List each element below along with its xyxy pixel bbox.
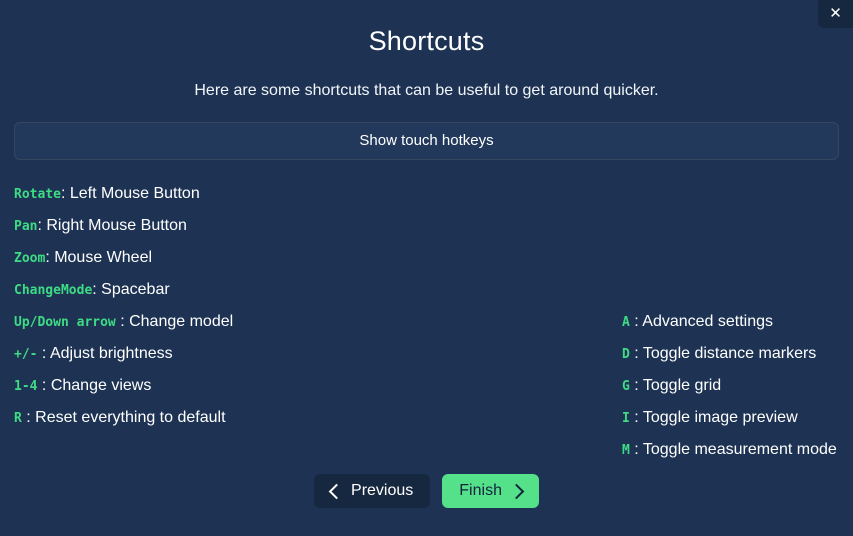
shortcut-key: ChangeMode (14, 283, 93, 298)
shortcut-description: Change views (50, 377, 152, 394)
shortcut-separator: : (629, 409, 643, 426)
shortcut-description: Reset everything to default (35, 409, 226, 426)
previous-button-label: Previous (351, 482, 414, 499)
shortcut-description: Left Mouse Button (69, 185, 200, 202)
shortcut-row: G : Toggle grid (622, 370, 837, 402)
dialog-subtitle: Here are some shortcuts that can be usef… (194, 82, 659, 99)
shortcut-description: Toggle image preview (642, 409, 798, 426)
shortcut-row: +/- : Adjust brightness (14, 338, 233, 370)
shortcut-row: I : Toggle image preview (622, 402, 837, 434)
shortcuts-column-left: Rotate: Left Mouse Button Pan: Right Mous… (14, 178, 233, 434)
shortcut-separator: : (115, 313, 130, 330)
shortcut-row: A : Advanced settings (622, 306, 837, 338)
finish-button[interactable]: Finish (442, 474, 539, 508)
shortcut-description: Toggle distance markers (642, 345, 817, 362)
shortcut-row: R : Reset everything to default (14, 402, 233, 434)
shortcut-separator: : (629, 441, 643, 458)
shortcut-row: Zoom: Mouse Wheel (14, 242, 233, 274)
shortcut-separator: : (60, 185, 70, 202)
shortcut-key: +/- (14, 347, 38, 362)
previous-button[interactable]: Previous (314, 474, 431, 508)
shortcut-description: Spacebar (101, 281, 170, 298)
finish-button-label: Finish (459, 482, 502, 499)
shortcut-separator: : (37, 377, 51, 394)
shortcut-key: G (622, 379, 630, 394)
shortcut-description: Advanced settings (642, 313, 774, 330)
shortcut-separator: : (629, 377, 643, 394)
shortcut-key: Rotate (14, 187, 61, 202)
close-button[interactable]: ✕ (818, 0, 853, 28)
shortcut-description: Toggle grid (642, 377, 722, 394)
shortcut-row: ChangeMode: Spacebar (14, 274, 233, 306)
shortcut-key: M (622, 443, 630, 458)
dialog-footer: Previous Finish (0, 474, 853, 508)
shortcut-key: Zoom (14, 251, 46, 266)
shortcut-row: Up/Down arrow : Change model (14, 306, 233, 338)
shortcut-separator: : (629, 313, 643, 330)
shortcut-separator: : (21, 409, 36, 426)
shortcut-row: Rotate: Left Mouse Button (14, 178, 233, 210)
shortcuts-column-right: A : Advanced settings D : Toggle distance… (622, 306, 837, 466)
shortcut-key: A (622, 315, 630, 330)
shortcut-description: Mouse Wheel (54, 249, 153, 266)
shortcut-row: 1-4 : Change views (14, 370, 233, 402)
shortcut-separator: : (92, 281, 102, 298)
touch-hotkeys-container: Show touch hotkeys (0, 100, 853, 160)
shortcut-separator: : (629, 345, 643, 362)
shortcut-description: Adjust brightness (49, 345, 173, 362)
shortcuts-columns: Rotate: Left Mouse Button Pan: Right Mous… (0, 178, 853, 458)
shortcut-key: R (14, 411, 22, 426)
chevron-left-icon (328, 483, 345, 499)
shortcut-key: Pan (14, 219, 38, 234)
shortcut-row: M : Toggle measurement mode (622, 434, 837, 466)
shortcut-description: Change model (129, 313, 234, 330)
shortcut-separator: : (37, 345, 50, 362)
show-touch-hotkeys-button[interactable]: Show touch hotkeys (14, 122, 839, 160)
shortcut-row: Pan: Right Mouse Button (14, 210, 233, 242)
shortcut-description: Right Mouse Button (46, 217, 187, 234)
shortcut-description: Toggle measurement mode (642, 441, 837, 458)
shortcut-key: D (622, 347, 630, 362)
page-title: Shortcuts (368, 26, 485, 56)
chevron-right-icon (508, 483, 525, 499)
shortcut-key: I (622, 411, 630, 426)
shortcut-row: D : Toggle distance markers (622, 338, 837, 370)
shortcut-key: 1-4 (14, 379, 38, 394)
shortcut-key: Up/Down arrow (14, 315, 116, 330)
shortcut-separator: : (45, 249, 55, 266)
